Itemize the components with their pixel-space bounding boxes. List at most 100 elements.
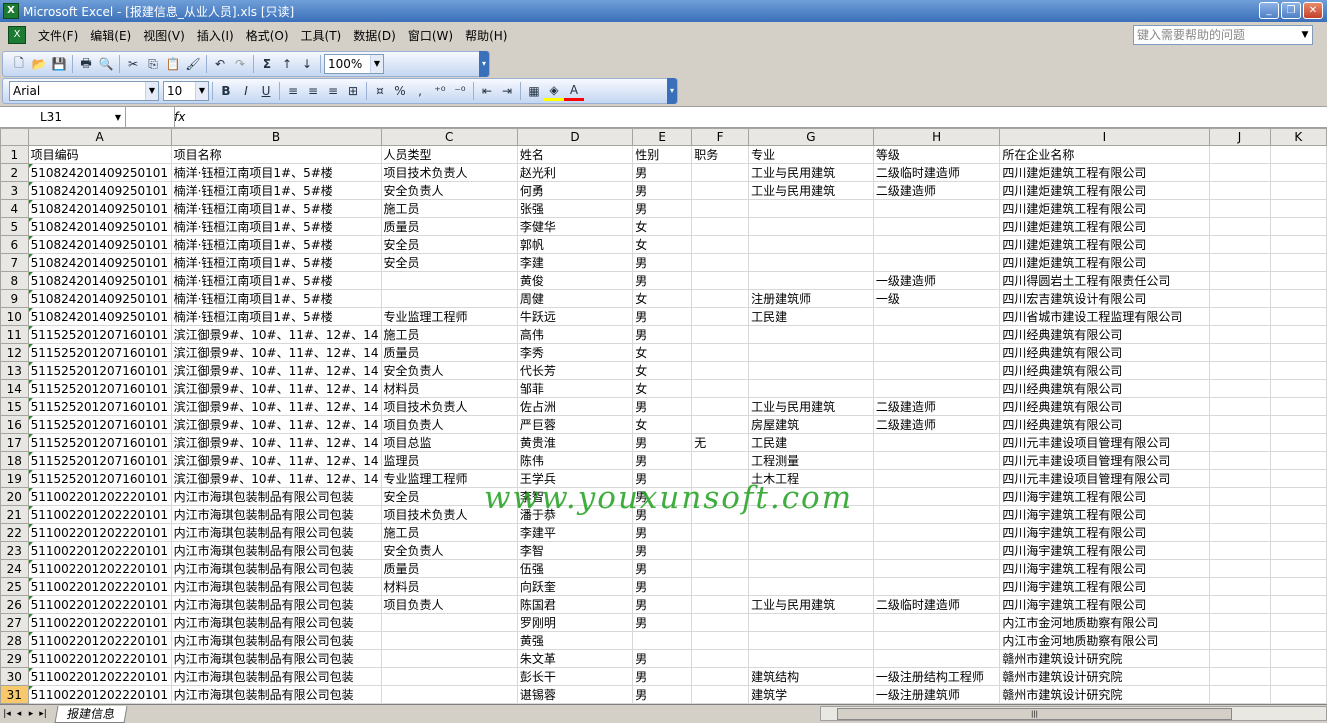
row-header[interactable]: 16 (0, 415, 29, 434)
cell[interactable]: 二级临时建造师 (872, 163, 1001, 182)
cell[interactable]: 严巨蓉 (516, 415, 634, 434)
copy-icon[interactable]: ⎘ (143, 54, 163, 74)
cell[interactable]: 511525201207160101 (27, 433, 172, 452)
cell[interactable]: 滨江御景9#、10#、11#、12#、14 (170, 397, 382, 416)
menu-format[interactable]: 格式(O) (240, 27, 295, 44)
cell[interactable]: 四川海宇建筑工程有限公司 (999, 559, 1210, 578)
print-preview-icon[interactable]: 🔍 (96, 54, 116, 74)
row-header[interactable]: 29 (0, 649, 29, 668)
cell[interactable]: 男 (632, 559, 693, 578)
cell[interactable]: 滨江御景9#、10#、11#、12#、14 (170, 379, 382, 398)
row-header[interactable]: 1 (0, 145, 29, 164)
row-header[interactable]: 28 (0, 631, 29, 650)
cell[interactable]: 女 (632, 235, 693, 254)
new-icon[interactable]: 🗋 (9, 54, 29, 74)
cell[interactable]: 周健 (516, 289, 634, 308)
cell[interactable]: 项目技术负责人 (380, 505, 518, 524)
cell[interactable]: 项目名称 (170, 145, 382, 164)
cell[interactable]: 511525201207160101 (27, 415, 172, 434)
cell[interactable]: 李建 (516, 253, 634, 272)
cell[interactable]: 四川元丰建设项目管理有限公司 (999, 451, 1210, 470)
cell[interactable]: 安全负责人 (380, 361, 518, 380)
column-header[interactable]: B (170, 128, 382, 146)
cell[interactable]: 男 (632, 523, 693, 542)
cell[interactable]: 李健华 (516, 217, 634, 236)
row-header[interactable]: 7 (0, 253, 29, 272)
cell[interactable]: 510824201409250101 (27, 271, 172, 290)
cell[interactable]: 511002201202220101 (27, 505, 172, 524)
cell[interactable] (1269, 253, 1327, 272)
cell[interactable]: 内江市海琪包装制品有限公司包装 (170, 577, 382, 596)
cell[interactable]: 滨江御景9#、10#、11#、12#、14 (170, 343, 382, 362)
row-header[interactable]: 6 (0, 235, 29, 254)
cell[interactable]: 施工员 (380, 199, 518, 218)
cell[interactable] (1208, 307, 1271, 326)
cell[interactable] (1269, 523, 1327, 542)
cell[interactable]: 四川海宇建筑工程有限公司 (999, 577, 1210, 596)
first-sheet-icon[interactable]: |◂ (2, 709, 12, 719)
cell[interactable]: 安全员 (380, 253, 518, 272)
row-header[interactable]: 3 (0, 181, 29, 200)
cell[interactable]: 511002201202220101 (27, 595, 172, 614)
chevron-down-icon[interactable]: ▼ (1298, 26, 1312, 44)
row-header[interactable]: 17 (0, 433, 29, 452)
comma-style-icon[interactable]: , (410, 81, 430, 101)
cell[interactable]: 男 (632, 541, 693, 560)
cell[interactable] (872, 649, 1001, 668)
column-header[interactable]: E (632, 128, 693, 146)
cell[interactable]: 511002201202220101 (27, 541, 172, 560)
column-header[interactable]: G (748, 128, 874, 146)
column-header[interactable]: I (999, 128, 1210, 146)
cell[interactable] (691, 595, 750, 614)
cell[interactable] (1208, 469, 1271, 488)
cell[interactable]: 材料员 (380, 577, 518, 596)
cell[interactable] (748, 343, 874, 362)
row-header[interactable]: 9 (0, 289, 29, 308)
row-header[interactable]: 18 (0, 451, 29, 470)
cell[interactable] (872, 631, 1001, 650)
cell[interactable] (380, 271, 518, 290)
cell[interactable] (1269, 325, 1327, 344)
cell[interactable] (748, 379, 874, 398)
cell[interactable] (1208, 199, 1271, 218)
formula-input[interactable] (175, 107, 1327, 127)
column-header[interactable]: K (1269, 128, 1327, 146)
cell[interactable]: 赵光利 (516, 163, 634, 182)
cell[interactable] (691, 649, 750, 668)
row-header[interactable]: 11 (0, 325, 29, 344)
font-color-icon[interactable]: A (564, 81, 584, 101)
cell[interactable]: 滨江御景9#、10#、11#、12#、14 (170, 415, 382, 434)
row-header[interactable]: 23 (0, 541, 29, 560)
cell[interactable] (691, 361, 750, 380)
horizontal-scrollbar[interactable]: ||| (820, 706, 1327, 721)
cell[interactable]: 内江市海琪包装制品有限公司包装 (170, 523, 382, 542)
cell[interactable]: 四川海宇建筑工程有限公司 (999, 505, 1210, 524)
cell[interactable]: 陈伟 (516, 451, 634, 470)
undo-icon[interactable]: ↶ (210, 54, 230, 74)
cell[interactable] (1269, 505, 1327, 524)
cell[interactable] (691, 577, 750, 596)
help-search-input[interactable]: 键入需要帮助的问题 ▼ (1133, 25, 1313, 45)
cell[interactable] (1269, 199, 1327, 218)
cell[interactable]: 511002201202220101 (27, 685, 172, 704)
cell[interactable]: 李建平 (516, 523, 634, 542)
borders-icon[interactable]: ▦ (524, 81, 544, 101)
cell[interactable] (691, 217, 750, 236)
fill-color-icon[interactable]: ◈ (544, 81, 564, 101)
cell[interactable]: 511525201207160101 (27, 379, 172, 398)
cell[interactable]: 510824201409250101 (27, 163, 172, 182)
cell[interactable] (1208, 523, 1271, 542)
cell[interactable] (872, 361, 1001, 380)
row-header[interactable]: 8 (0, 271, 29, 290)
cell[interactable]: 四川得圆岩土工程有限责任公司 (999, 271, 1210, 290)
cell[interactable] (380, 613, 518, 632)
cell[interactable]: 男 (632, 685, 693, 704)
menu-file[interactable]: 文件(F) (32, 27, 84, 44)
cell[interactable]: 郭帆 (516, 235, 634, 254)
cell[interactable]: 监理员 (380, 451, 518, 470)
row-header[interactable]: 21 (0, 505, 29, 524)
cell[interactable]: 所在企业名称 (999, 145, 1210, 164)
menu-edit[interactable]: 编辑(E) (84, 27, 137, 44)
cell[interactable]: 楠洋·钰桓江南项目1#、5#楼 (170, 163, 382, 182)
align-center-icon[interactable]: ≡ (303, 81, 323, 101)
